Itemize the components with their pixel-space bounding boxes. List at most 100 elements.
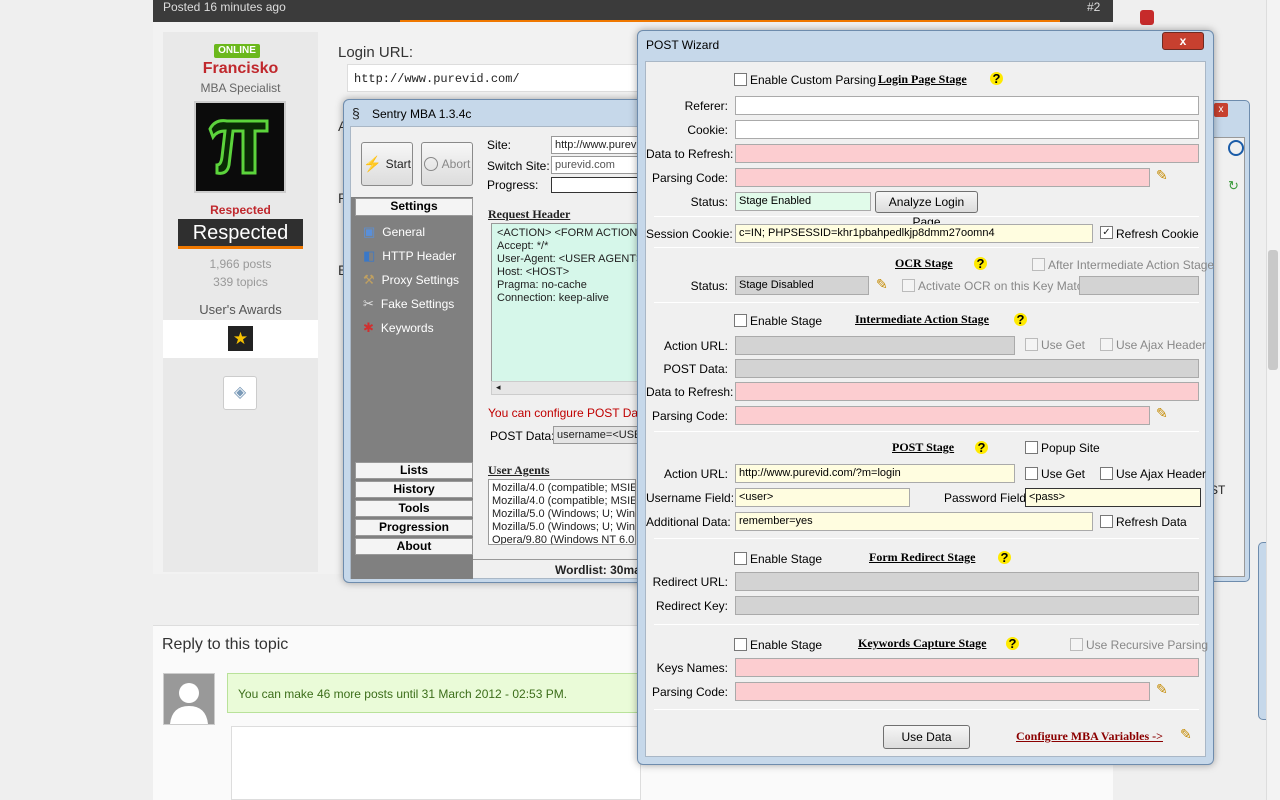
use-data-button[interactable]: Use Data [883, 725, 970, 749]
redirect-key-input[interactable] [735, 596, 1199, 615]
username-field-input[interactable]: <user> [735, 488, 910, 507]
post-action-input[interactable]: http://www.purevid.com/?m=login [735, 464, 1015, 483]
intermediate-action-input[interactable] [735, 336, 1015, 355]
intermediate-parsing-label: Parsing Code: [651, 409, 728, 423]
cookie-input[interactable] [735, 120, 1199, 139]
enable-custom-parsing-label: Enable Custom Parsing [750, 73, 877, 87]
notification-icon[interactable] [1140, 10, 1154, 25]
password-field-label: Password Field: [944, 491, 1030, 505]
intermediate-post-input[interactable] [735, 359, 1199, 378]
help-icon[interactable]: ? [998, 551, 1011, 564]
redirect-url-input[interactable] [735, 572, 1199, 591]
help-icon[interactable]: ? [974, 257, 987, 270]
referer-input[interactable] [735, 96, 1199, 115]
magic-wand-icon[interactable]: ✎ [1156, 167, 1168, 184]
intermediate-enable-checkbox[interactable] [734, 314, 747, 327]
award-star-icon[interactable]: ★ [228, 326, 253, 351]
redirect-enable-checkbox[interactable] [734, 552, 747, 565]
post-data-input[interactable]: username=<USEF [553, 426, 641, 444]
post-number[interactable]: #2 [1087, 0, 1100, 14]
request-header-line: User-Agent: <USER AGENT> [497, 253, 643, 265]
user-agent-item[interactable]: Opera/9.80 (Windows NT 6.0; U [492, 534, 635, 544]
user-agent-item[interactable]: Mozilla/5.0 (Windows; U; Wind [492, 508, 635, 521]
after-intermediate-checkbox[interactable] [1032, 258, 1045, 271]
intermediate-refresh-input[interactable] [735, 382, 1199, 401]
help-icon[interactable]: ? [1014, 313, 1027, 326]
keywords-enable-checkbox[interactable] [734, 638, 747, 651]
switch-site-input[interactable]: purevid.com [551, 156, 643, 174]
request-header-box[interactable]: <ACTION> <FORM ACTION> Accept: */* User-Ag… [491, 223, 644, 383]
help-icon[interactable]: ? [990, 72, 1003, 85]
help-icon[interactable]: ? [975, 441, 988, 454]
close-icon[interactable]: x [1214, 103, 1228, 117]
intermediate-parsing-input[interactable] [735, 406, 1150, 425]
menu-progression-button[interactable]: Progression [355, 519, 473, 536]
recursive-parsing-checkbox[interactable] [1070, 638, 1083, 651]
refresh-icon[interactable]: ↻ [1228, 178, 1242, 193]
scrollbar-thumb[interactable] [1268, 250, 1278, 370]
intermediate-ajax-checkbox[interactable] [1100, 338, 1113, 351]
magic-wand-icon[interactable]: ✎ [1156, 405, 1168, 422]
sidebar-item-proxy[interactable]: ⚒ Proxy Settings [355, 269, 473, 291]
additional-data-input[interactable]: remember=yes [735, 512, 1093, 531]
general-icon: ▣ [363, 224, 376, 239]
menu-tools-button[interactable]: Tools [355, 500, 473, 517]
password-field-input[interactable]: <pass> [1025, 488, 1201, 507]
sidebar-item-http-header[interactable]: ◧ HTTP Header [355, 245, 473, 267]
data-refresh-input[interactable] [735, 144, 1199, 163]
magic-wand-icon[interactable]: ✎ [876, 276, 888, 293]
http-header-icon: ◧ [363, 248, 376, 263]
analyze-login-page-button[interactable]: Analyze Login Page [875, 191, 978, 229]
popup-site-checkbox[interactable] [1025, 441, 1038, 454]
help-icon[interactable]: ? [1006, 637, 1019, 650]
intermediate-use-get-checkbox[interactable] [1025, 338, 1038, 351]
keywords-parsing-input[interactable] [735, 682, 1150, 701]
configure-mba-variables-link[interactable]: Configure MBA Variables -> [1016, 729, 1163, 744]
referer-label: Referer: [684, 99, 728, 113]
post-limit-notice: You can make 46 more posts until 31 Marc… [227, 673, 647, 713]
username-link[interactable]: Francisko [163, 60, 318, 78]
post-use-get-checkbox[interactable] [1025, 467, 1038, 480]
header-scrollbar[interactable]: ◂ [491, 381, 639, 395]
user-avatar[interactable] [194, 101, 286, 193]
refresh-data-checkbox[interactable] [1100, 515, 1113, 528]
post-count: 1,966 posts [209, 257, 272, 271]
parsing-code-input[interactable] [735, 168, 1150, 187]
separator [654, 431, 1199, 432]
magic-wand-icon[interactable]: ✎ [1156, 681, 1168, 698]
user-agent-item[interactable]: Mozilla/5.0 (Windows; U; Wind [492, 521, 635, 534]
session-cookie-input[interactable]: c=IN; PHPSESSID=khr1pbahpedlkjp8dmm27oom… [735, 224, 1093, 243]
reply-editor[interactable] [231, 726, 641, 800]
user-agent-item[interactable]: Mozilla/4.0 (compatible; MSIE 8 [492, 495, 635, 508]
activate-ocr-checkbox[interactable] [902, 279, 915, 292]
abort-label: Abort [441, 157, 471, 171]
enable-custom-parsing-checkbox[interactable] [734, 73, 747, 86]
refresh-cookie-checkbox[interactable]: ✓ [1100, 226, 1113, 239]
user-agent-item[interactable]: Mozilla/4.0 (compatible; MSIE 7 [492, 482, 635, 495]
page-scrollbar[interactable] [1266, 0, 1280, 800]
sidebar-item-label: Proxy Settings [381, 273, 460, 287]
post-ajax-checkbox[interactable] [1100, 467, 1113, 480]
reputation-badge: Respected [178, 219, 303, 249]
ocr-key-match-input[interactable] [1079, 276, 1199, 295]
tag-icon[interactable]: ◈ [223, 376, 257, 410]
intermediate-refresh-label: Data to Refresh: [646, 385, 734, 399]
abort-button[interactable]: Abort [421, 142, 473, 186]
magic-wand-icon[interactable]: ✎ [1180, 726, 1192, 743]
site-input[interactable]: http://www.purevi [551, 136, 643, 154]
menu-lists-button[interactable]: Lists [355, 462, 473, 479]
proxy-icon: ⚒ [363, 272, 375, 287]
menu-history-button[interactable]: History [355, 481, 473, 498]
keys-names-input[interactable] [735, 658, 1199, 677]
wizard-close-button[interactable]: x [1162, 32, 1204, 50]
sidebar-item-keywords[interactable]: ✱ Keywords [355, 317, 473, 339]
sidebar-item-general[interactable]: ▣ General [355, 221, 473, 243]
user-agents-list[interactable]: Mozilla/4.0 (compatible; MSIE 7 Mozilla/4… [488, 479, 636, 545]
search-icon[interactable] [1228, 140, 1244, 156]
start-button[interactable]: ⚡ Start [361, 142, 413, 186]
menu-about-button[interactable]: About [355, 538, 473, 555]
settings-header[interactable]: Settings [355, 198, 473, 216]
wordlist-status: Wordlist: 30mar [473, 559, 641, 579]
post-wizard-window: POST Wizard x Enable Custom Parsing Logi… [637, 30, 1214, 765]
sidebar-item-fake[interactable]: ✂ Fake Settings [355, 293, 473, 315]
